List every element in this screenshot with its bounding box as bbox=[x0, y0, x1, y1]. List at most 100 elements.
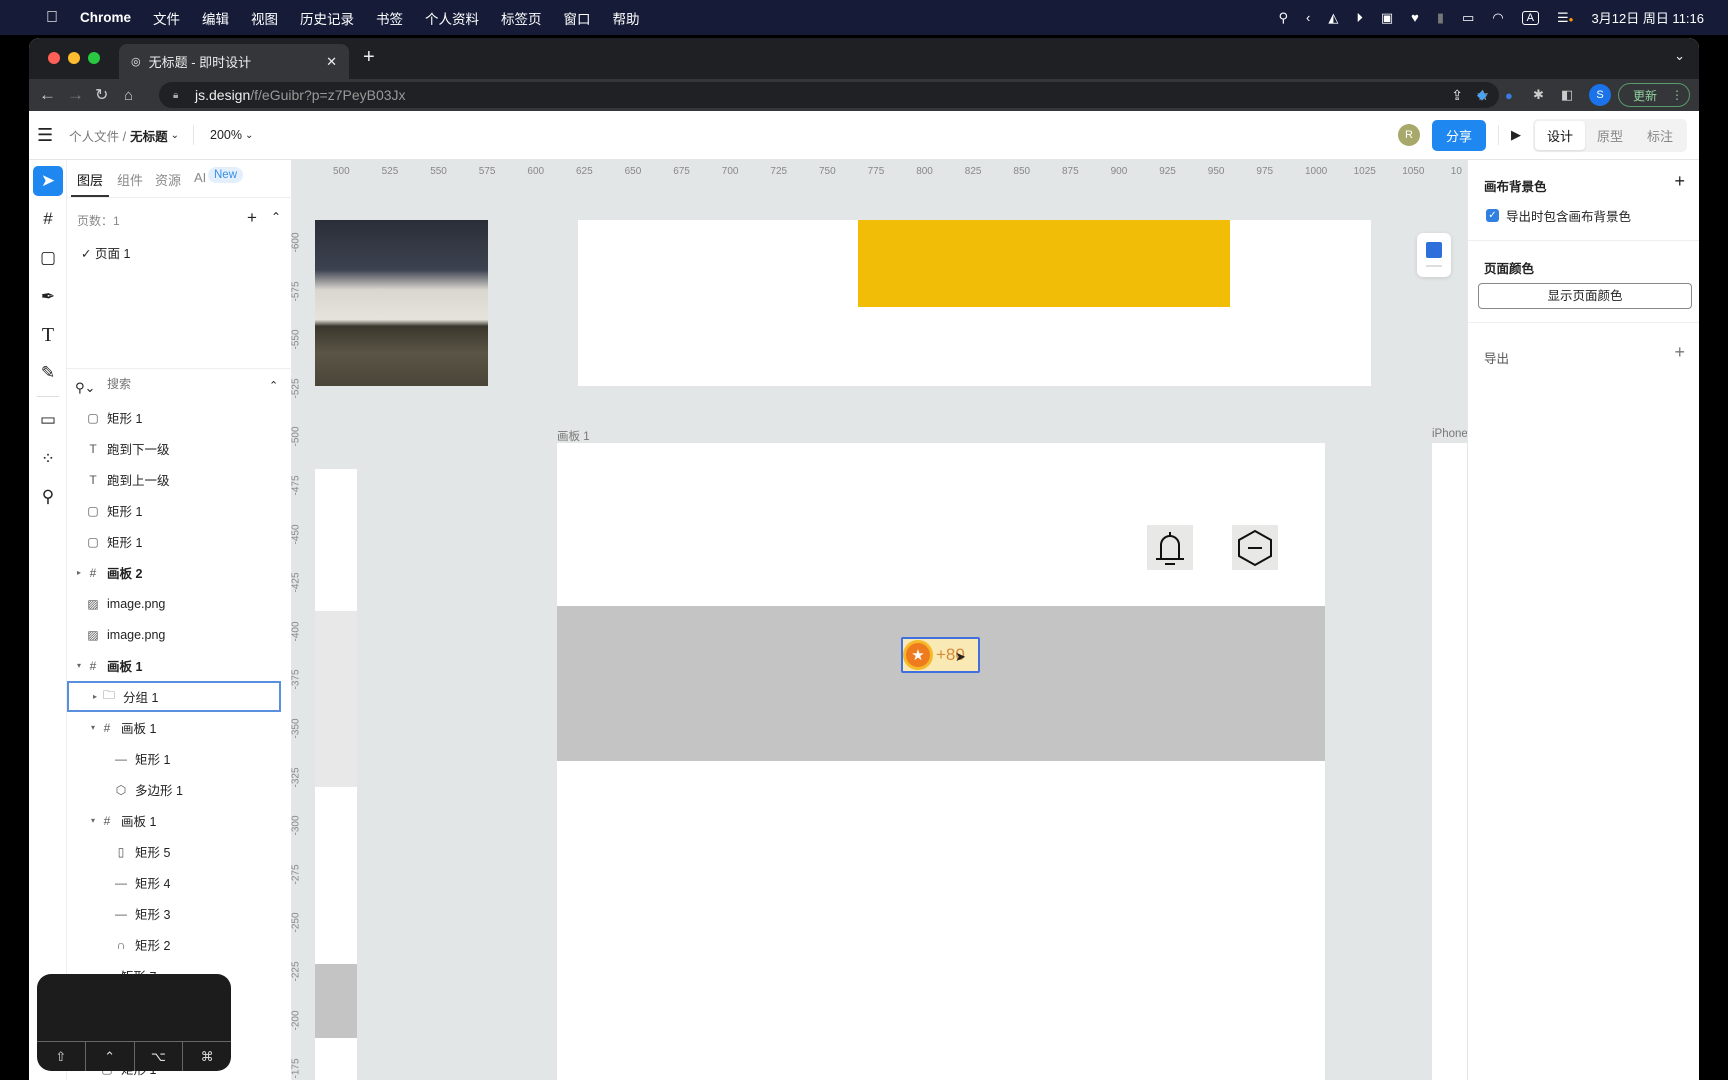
close-tab-icon[interactable]: ✕ bbox=[326, 54, 337, 70]
layer-row[interactable]: ▸ # 画板 2 bbox=[67, 557, 292, 588]
pencil-tool-icon[interactable]: ✎ bbox=[33, 358, 63, 388]
plugins-icon[interactable]: ⁘ bbox=[33, 444, 63, 474]
apple-icon[interactable]:  bbox=[46, 9, 58, 27]
share-button[interactable]: 分享 bbox=[1431, 119, 1486, 151]
update-button[interactable]: 更新 ⋮ bbox=[1618, 83, 1690, 107]
layer-row[interactable]: ⬡ 多边形 1 bbox=[67, 774, 292, 805]
layer-row[interactable]: ▾ # 画板 1 bbox=[67, 805, 292, 836]
layer-row[interactable]: — 矩形 1 bbox=[67, 743, 292, 774]
zoom-widget[interactable] bbox=[1417, 233, 1451, 277]
extension-globe-icon[interactable]: ● bbox=[1505, 88, 1513, 103]
battery-icon[interactable]: ▭ bbox=[1462, 10, 1474, 26]
expand-toggle-icon[interactable]: ▸ bbox=[73, 568, 85, 577]
layer-row[interactable]: ▢ 矩形 1 bbox=[67, 526, 292, 557]
layer-search-input[interactable] bbox=[107, 377, 237, 391]
zoom-level[interactable]: 200% bbox=[210, 128, 242, 142]
add-canvas-bg-icon[interactable]: + bbox=[1674, 171, 1685, 192]
add-page-icon[interactable]: + bbox=[247, 208, 257, 228]
add-export-icon[interactable]: + bbox=[1674, 342, 1685, 363]
search-icon[interactable]: ⚲⌄ bbox=[75, 380, 95, 396]
menu-help[interactable]: 帮助 bbox=[613, 8, 640, 28]
menu-profile[interactable]: 个人资料 bbox=[425, 8, 479, 28]
vertical-ruler[interactable]: -600 -575 -550 -525 -500 -475 -450 -425 -400 -375… bbox=[291, 182, 314, 1080]
include-bg-checkbox[interactable]: ✓ bbox=[1486, 209, 1499, 222]
breadcrumb-parent[interactable]: 个人文件 / bbox=[69, 126, 126, 145]
tab-search-chevron-icon[interactable]: ⌄ bbox=[1674, 48, 1685, 64]
rectangle-tool-icon[interactable]: ▢ bbox=[33, 243, 63, 273]
control-center-icon[interactable]: ☰● bbox=[1557, 10, 1574, 26]
input-source-icon[interactable]: A bbox=[1521, 10, 1540, 25]
bell-button[interactable] bbox=[1147, 525, 1193, 570]
layer-row[interactable]: ▢ 矩形 1 bbox=[67, 495, 292, 526]
forward-icon[interactable]: → bbox=[67, 85, 84, 105]
menu-app-name[interactable]: Chrome bbox=[80, 10, 131, 25]
bird-icon[interactable]: ◭ bbox=[1328, 10, 1338, 26]
tab-assets[interactable]: 资源 bbox=[155, 170, 181, 189]
pen-tool-icon[interactable]: ✒ bbox=[33, 282, 63, 312]
frame-tool-icon[interactable]: # bbox=[33, 204, 63, 234]
file-name[interactable]: 无标题 bbox=[130, 126, 168, 145]
gray-band[interactable]: ★ +80 ➤ bbox=[557, 606, 1325, 761]
menu-window[interactable]: 窗口 bbox=[564, 8, 591, 28]
menu-bookmarks[interactable]: 书签 bbox=[376, 8, 403, 28]
frame-label[interactable]: 画板 1 bbox=[557, 428, 590, 444]
side-panel-icon[interactable]: ◧ bbox=[1561, 87, 1573, 103]
file-menu-chevron-icon[interactable]: ⌄ bbox=[171, 130, 179, 141]
chevron-left-icon[interactable]: ‹ bbox=[1306, 10, 1310, 25]
home-icon[interactable]: ⌂ bbox=[124, 87, 133, 104]
tab-layers[interactable]: 图层 bbox=[77, 170, 103, 189]
minimize-window-button[interactable] bbox=[68, 52, 80, 64]
layer-row[interactable]: T 跑到下一级 bbox=[67, 433, 292, 464]
artboard-1[interactable]: ★ +80 ➤ bbox=[557, 443, 1325, 1080]
zoom-chevron-icon[interactable]: ⌄ bbox=[245, 130, 253, 141]
layer-row[interactable]: T 跑到上一级 bbox=[67, 464, 292, 495]
left-frame-strip[interactable] bbox=[315, 469, 357, 1080]
collapse-pages-icon[interactable]: ⌃ bbox=[271, 210, 281, 224]
play-icon[interactable]: ▶ bbox=[1511, 127, 1521, 143]
canvas[interactable]: 画板 1 ★ +80 ➤ iPhone 14 P ? bbox=[314, 182, 1496, 1080]
move-tool-icon[interactable]: ➤ bbox=[33, 166, 63, 196]
extension-gem-icon[interactable]: ◆ bbox=[1477, 87, 1487, 103]
main-menu-icon[interactable]: ☰ bbox=[37, 125, 53, 146]
horizontal-ruler[interactable]: 500 525 550 575 600 625 650 675 700 725 750 775 800 8… bbox=[292, 160, 1496, 182]
share-page-icon[interactable]: ⇪ bbox=[1451, 87, 1463, 104]
text-tool-icon[interactable]: T bbox=[33, 320, 63, 350]
mode-annotate-tab[interactable]: 标注 bbox=[1635, 121, 1685, 150]
layer-row[interactable]: ∩ 矩形 2 bbox=[67, 929, 292, 960]
layer-row[interactable]: ▢ 矩形 1 bbox=[67, 402, 292, 433]
expand-toggle-icon[interactable]: ▾ bbox=[73, 661, 85, 670]
expand-toggle-icon[interactable]: ▸ bbox=[89, 692, 101, 701]
layer-row[interactable]: — 矩形 4 bbox=[67, 867, 292, 898]
url-input[interactable]: 🔒︎ js.design/f/eGuibr?p=z7PeyB03Jx ⇪ ☆ bbox=[159, 82, 1499, 108]
show-page-color-button[interactable]: 显示页面颜色 bbox=[1478, 283, 1692, 309]
tab-ai[interactable]: AI bbox=[194, 170, 206, 185]
layer-row[interactable]: ▨ image.png bbox=[67, 619, 292, 650]
mode-design-tab[interactable]: 设计 bbox=[1534, 120, 1585, 150]
browser-tab[interactable]: ◎ 无标题 - 即时设计 ✕ bbox=[119, 44, 349, 79]
menu-tabs[interactable]: 标签页 bbox=[501, 8, 542, 28]
back-icon[interactable]: ← bbox=[39, 85, 56, 105]
image-keycaps[interactable] bbox=[315, 220, 488, 386]
spotlight-icon[interactable]: ⚲ bbox=[1278, 10, 1288, 26]
yellow-rectangle[interactable] bbox=[858, 220, 1230, 307]
expand-toggle-icon[interactable]: ▾ bbox=[87, 816, 99, 825]
page-item[interactable]: ✓ 页面 1 bbox=[81, 243, 130, 262]
heart-icon[interactable]: ♥ bbox=[1411, 10, 1419, 25]
clock[interactable]: 3月12日 周日 11:16 bbox=[1592, 8, 1704, 27]
close-window-button[interactable] bbox=[48, 52, 60, 64]
points-badge[interactable]: ★ +80 ➤ bbox=[901, 637, 980, 673]
camera-icon[interactable]: ▣ bbox=[1381, 10, 1393, 26]
comment-icon[interactable]: ▭ bbox=[33, 405, 63, 435]
reload-icon[interactable]: ↻ bbox=[95, 85, 108, 105]
layer-row[interactable]: ▾ # 画板 1 bbox=[67, 712, 292, 743]
menu-file[interactable]: 文件 bbox=[153, 8, 180, 28]
play-circle-icon[interactable]: ⏵ bbox=[1356, 10, 1363, 26]
layer-row[interactable]: ▨ image.png bbox=[67, 588, 292, 619]
collaborator-avatar[interactable]: R bbox=[1397, 124, 1420, 146]
menu-view[interactable]: 视图 bbox=[251, 8, 278, 28]
profile-avatar[interactable]: S bbox=[1589, 84, 1611, 106]
layer-row[interactable]: ▸ 🗀︎ 分组 1 bbox=[67, 681, 281, 712]
extensions-puzzle-icon[interactable]: ✱ bbox=[1533, 87, 1544, 103]
cat-icon[interactable]: ▮ bbox=[1437, 10, 1444, 26]
wifi-icon[interactable]: ◠ bbox=[1492, 10, 1503, 26]
